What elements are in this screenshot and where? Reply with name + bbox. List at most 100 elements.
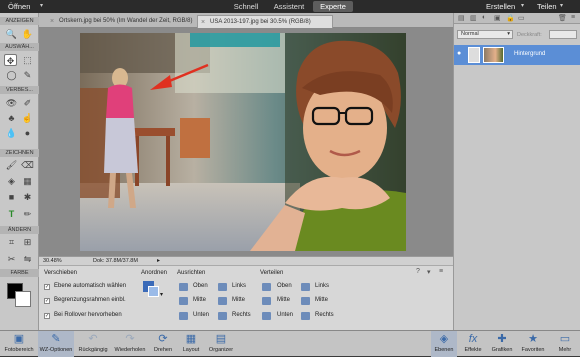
new-layer-icon[interactable]: ▤ [458, 14, 465, 22]
distribute-middle-label[interactable]: Mitte [277, 297, 290, 303]
arrange-caret-icon[interactable]: ▾ [160, 291, 163, 298]
pencil-tool-icon[interactable]: ✏ [21, 208, 34, 220]
close-icon[interactable]: × [50, 15, 54, 28]
organizer-button[interactable]: ▤ Organizer [206, 331, 236, 357]
align-top-label[interactable]: Oben [193, 283, 208, 289]
lock-all-icon[interactable]: ▭ [518, 14, 525, 22]
paint-bucket-tool-icon[interactable]: ◈ [5, 175, 18, 187]
open-menu-caret-icon[interactable]: ▾ [40, 2, 43, 9]
show-bounding-box-checkbox[interactable]: ✓ [44, 298, 50, 304]
more-button[interactable]: ▭ Mehr [552, 331, 578, 357]
layer-row-background[interactable]: ● Hintergrund [454, 45, 580, 65]
zoom-tool-icon[interactable]: 🔍 [5, 28, 18, 40]
align-left-label[interactable]: Links [232, 283, 246, 289]
quick-select-tool-icon[interactable]: ✎ [21, 69, 34, 81]
distribute-left-label[interactable]: Links [315, 283, 329, 289]
create-menu[interactable]: Erstellen [486, 2, 515, 11]
blur-tool-icon[interactable]: 💧 [5, 127, 18, 139]
redo-button[interactable]: ↷ Wiederholen [112, 331, 148, 357]
sponge-tool-icon[interactable]: ● [21, 127, 34, 139]
mode-tab-expert[interactable]: Experte [313, 1, 353, 12]
layers-button[interactable]: ◈ Ebenen [431, 331, 457, 357]
align-center-icon[interactable] [218, 297, 227, 305]
document-photo[interactable] [80, 33, 406, 251]
share-caret-icon[interactable]: ▾ [560, 2, 563, 9]
layout-button[interactable]: ▦ Layout [178, 331, 204, 357]
eraser-tool-icon[interactable]: ⌫ [21, 159, 34, 171]
reset-icon[interactable]: ▾ [427, 268, 431, 276]
create-caret-icon[interactable]: ▾ [521, 2, 524, 9]
tab-ortskern[interactable]: × Ortskern.jpg bei 50% (Im Wandel der Ze… [47, 15, 195, 28]
text-tool-icon[interactable]: T [5, 208, 18, 220]
align-middle-label[interactable]: Mitte [193, 297, 206, 303]
undo-button[interactable]: ↶ Rückgängig [76, 331, 110, 357]
graphics-button[interactable]: ✚ Grafiken [488, 331, 516, 357]
marquee-tool-icon[interactable]: ⬚ [21, 54, 34, 66]
effects-button[interactable]: fx Effekte [460, 331, 486, 357]
photo-bin-button[interactable]: ▣ Fotobereich [2, 331, 36, 357]
adjustment-layer-icon[interactable]: ◐ [482, 14, 486, 21]
distribute-left-icon[interactable] [301, 283, 310, 291]
align-right-icon[interactable] [218, 312, 227, 320]
background-color-swatch[interactable] [15, 291, 31, 307]
align-left-icon[interactable] [218, 283, 227, 291]
layer-group-icon[interactable]: ▥ [470, 14, 477, 22]
share-menu[interactable]: Teilen [537, 2, 557, 11]
align-bottom-icon[interactable] [179, 312, 188, 320]
recompose-tool-icon[interactable]: ⊞ [21, 236, 34, 248]
align-middle-icon[interactable] [179, 297, 188, 305]
options-menu-icon[interactable]: ≡ [439, 268, 443, 275]
help-icon[interactable]: ? [416, 268, 420, 275]
panel-menu-icon[interactable]: ≡ [571, 14, 575, 21]
distribute-top-label[interactable]: Oben [277, 283, 292, 289]
blend-mode-select[interactable]: Normal ▾ [457, 30, 513, 39]
align-center-label[interactable]: Mitte [232, 297, 245, 303]
arrange-icon[interactable] [143, 281, 159, 297]
custom-shape-tool-icon[interactable]: ✱ [21, 191, 34, 203]
trash-icon[interactable]: 🗑 [558, 14, 567, 22]
favorites-icon: ★ [528, 333, 538, 345]
distribute-bottom-label[interactable]: Unten [277, 312, 293, 318]
content-move-tool-icon[interactable]: ✂ [5, 253, 18, 265]
healing-brush-tool-icon[interactable]: ✐ [21, 97, 34, 109]
rotate-button[interactable]: ⟳ Drehen [150, 331, 176, 357]
effects-icon: fx [468, 333, 478, 345]
align-right-label[interactable]: Rechts [232, 312, 251, 318]
hand-tool-icon[interactable]: ✋ [21, 28, 34, 40]
align-bottom-label[interactable]: Unten [193, 312, 209, 318]
close-icon[interactable]: × [201, 16, 205, 28]
tool-options-button[interactable]: ✎ WZ-Optionen [38, 331, 74, 357]
lock-icon[interactable]: 🔒 [506, 14, 515, 22]
distribute-middle-icon[interactable] [262, 297, 271, 305]
tab-usa[interactable]: × USA 2013-197.jpg bei 30.5% (RGB/8) [197, 15, 333, 28]
rollover-highlight-checkbox[interactable]: ✓ [44, 313, 50, 319]
smudge-tool-icon[interactable]: ☝ [21, 112, 34, 124]
open-menu[interactable]: Öffnen [8, 2, 30, 11]
distribute-center-icon[interactable] [301, 297, 310, 305]
distribute-right-icon[interactable] [301, 312, 310, 320]
brush-tool-icon[interactable]: 🖌 [5, 159, 18, 171]
distribute-bottom-icon[interactable] [262, 312, 271, 320]
shape-tool-icon[interactable]: ■ [5, 191, 18, 203]
gradient-tool-icon[interactable]: ▦ [21, 175, 34, 187]
mode-tab-guided[interactable]: Assistent [268, 1, 310, 12]
layer-name[interactable]: Hintergrund [514, 51, 545, 57]
move-tool-icon[interactable]: ✥ [4, 54, 17, 66]
layer-thumbnail [483, 47, 504, 63]
crop-tool-icon[interactable]: ⌗ [5, 236, 18, 248]
favorites-button[interactable]: ★ Favoriten [518, 331, 548, 357]
red-eye-tool-icon[interactable]: 👁 [5, 97, 18, 109]
layer-mask-icon[interactable]: ▣ [494, 14, 501, 22]
distribute-center-label[interactable]: Mitte [315, 297, 328, 303]
distribute-top-icon[interactable] [262, 283, 271, 291]
graphics-icon: ✚ [497, 333, 507, 345]
straighten-tool-icon[interactable]: ⇋ [21, 253, 34, 265]
clone-stamp-tool-icon[interactable]: ♣ [5, 112, 18, 124]
align-top-icon[interactable] [179, 283, 188, 291]
opacity-field[interactable] [549, 30, 577, 39]
lasso-tool-icon[interactable]: ◯ [5, 69, 18, 81]
distribute-right-label[interactable]: Rechts [315, 312, 334, 318]
auto-select-layer-checkbox[interactable]: ✓ [44, 284, 50, 290]
mode-tab-quick[interactable]: Schnell [226, 1, 266, 12]
visibility-eye-icon[interactable]: ● [457, 50, 461, 57]
